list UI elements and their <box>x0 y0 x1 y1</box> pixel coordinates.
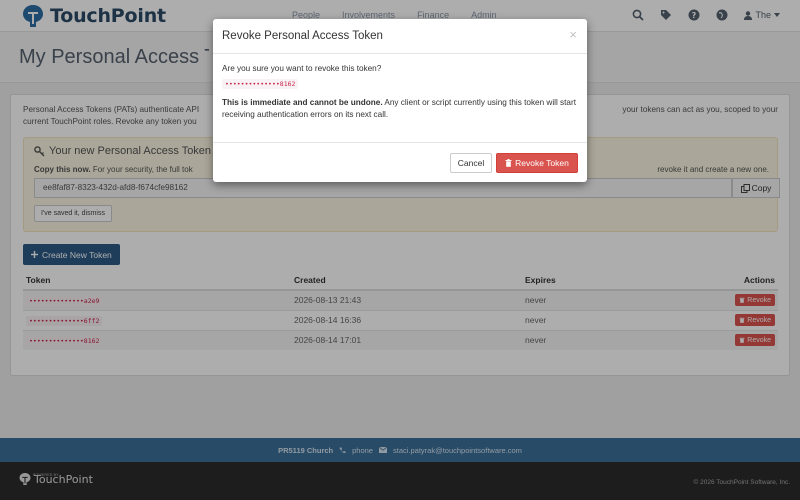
modal-warning-strong: This is immediate and cannot be undone. <box>222 98 383 107</box>
revoke-token-label: Revoke Token <box>515 158 569 168</box>
modal-token-mask: ••••••••••••••8162 <box>222 79 299 89</box>
modal-close-button[interactable]: × <box>569 27 577 42</box>
modal-title: Revoke Personal Access Token <box>222 30 383 42</box>
modal-question: Are you sure you want to revoke this tok… <box>222 64 382 73</box>
modal-footer: Cancel Revoke Token <box>213 142 587 182</box>
revoke-token-modal: Revoke Personal Access Token × Are you s… <box>213 19 587 182</box>
modal-header: Revoke Personal Access Token × <box>213 19 587 54</box>
modal-body: Are you sure you want to revoke this tok… <box>222 64 578 122</box>
cancel-button[interactable]: Cancel <box>450 153 492 173</box>
modal-warning: This is immediate and cannot be undone. … <box>222 97 578 122</box>
trash-icon <box>505 159 512 167</box>
revoke-token-button[interactable]: Revoke Token <box>496 153 578 173</box>
